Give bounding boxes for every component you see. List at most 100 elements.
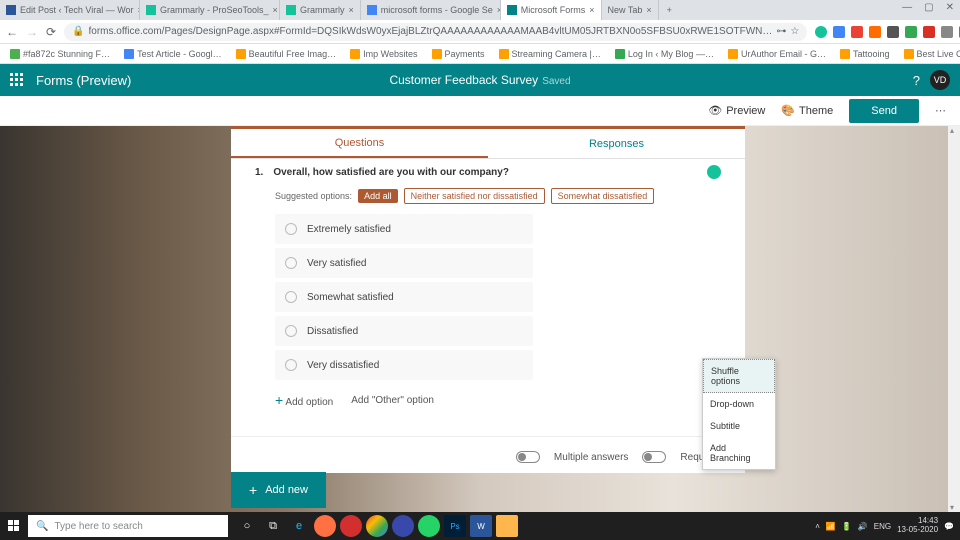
notifications-icon[interactable]: 💬	[944, 522, 954, 531]
menu-dropdown[interactable]: Drop-down	[703, 393, 775, 415]
ext-icon[interactable]	[851, 26, 863, 38]
volume-icon[interactable]: 🔊	[858, 522, 868, 531]
tab-grammarly1[interactable]: Grammarly - ProSeoTools_×	[140, 0, 280, 20]
bookmarks-bar: #fa872c Stunning F… Test Article - Googl…	[0, 44, 960, 64]
bookmark-item[interactable]: Log In ‹ My Blog —…	[611, 49, 718, 59]
bookmark-item[interactable]: Beautiful Free Imag…	[232, 49, 341, 59]
app-launcher-icon[interactable]	[10, 73, 24, 87]
cortana-icon[interactable]: ○	[236, 515, 258, 537]
whatsapp-icon[interactable]	[418, 515, 440, 537]
avatar[interactable]: VD	[930, 70, 950, 90]
new-tab-button[interactable]: +	[659, 5, 680, 15]
bookmark-item[interactable]: #fa872c Stunning F…	[6, 49, 114, 59]
ext-icon[interactable]	[941, 26, 953, 38]
address-bar: ← → ⟳ 🔒 forms.office.com/Pages/DesignPag…	[0, 20, 960, 44]
choice-option[interactable]: Very dissatisfied	[275, 350, 533, 380]
multiple-answers-toggle[interactable]	[516, 451, 540, 463]
chrome-icon[interactable]	[366, 515, 388, 537]
edge-icon[interactable]: e	[288, 515, 310, 537]
reload-icon[interactable]: ⟳	[46, 25, 56, 39]
search-icon: 🔍	[36, 521, 48, 532]
required-toggle[interactable]	[642, 451, 666, 463]
ext-icon[interactable]	[887, 26, 899, 38]
explorer-icon[interactable]	[496, 515, 518, 537]
star-icon[interactable]: ☆	[790, 26, 799, 37]
ext-icon[interactable]	[923, 26, 935, 38]
maximize-icon[interactable]: ▢	[924, 2, 933, 13]
send-button[interactable]: Send	[849, 99, 919, 123]
photoshop-icon[interactable]: Ps	[444, 515, 466, 537]
preview-button[interactable]: 👁Preview	[708, 104, 765, 117]
bookmark-item[interactable]: UrAuthor Email - G…	[724, 49, 830, 59]
browser-tabs: Edit Post ‹ Tech Viral — Wor× Grammarly …	[0, 0, 960, 20]
help-icon[interactable]: ?	[913, 73, 920, 88]
choice-option[interactable]: Extremely satisfied	[275, 214, 533, 244]
forward-icon[interactable]: →	[26, 25, 38, 39]
bookmark-item[interactable]: Payments	[428, 49, 489, 59]
question-block: 1. Overall, how satisfied are you with o…	[231, 159, 745, 424]
wifi-icon[interactable]: 📶	[826, 522, 836, 531]
tab-msforms[interactable]: Microsoft Forms×	[501, 0, 602, 20]
bookmark-item[interactable]: Streaming Camera |…	[495, 49, 605, 59]
bookmark-item[interactable]: Tattooing	[836, 49, 894, 59]
back-icon[interactable]: ←	[6, 25, 18, 39]
ext-grammarly-icon[interactable]	[815, 26, 827, 38]
firefox-icon[interactable]	[314, 515, 336, 537]
tab-grammarly2[interactable]: Grammarly×	[280, 0, 361, 20]
more-icon[interactable]: ⋯	[935, 104, 948, 117]
tray-chevron-icon[interactable]: ˄	[815, 522, 820, 531]
design-canvas: Questions Responses 1. Overall, how sati…	[0, 126, 960, 512]
grammarly-icon[interactable]	[707, 165, 721, 179]
lang-indicator[interactable]: ENG	[874, 522, 891, 531]
tab-google[interactable]: microsoft forms - Google Se×	[361, 0, 501, 20]
close-icon[interactable]: ×	[273, 5, 278, 15]
survey-title: Customer Feedback SurveySaved	[389, 73, 570, 87]
close-icon[interactable]: ×	[646, 5, 651, 15]
tab-newtab[interactable]: New Tab×	[602, 0, 659, 20]
tab-responses[interactable]: Responses	[488, 129, 745, 158]
minimize-icon[interactable]: —	[902, 2, 912, 13]
close-window-icon[interactable]: ✕	[946, 2, 954, 13]
bookmark-item[interactable]: Imp Websites	[346, 49, 421, 59]
add-option-button[interactable]: + Add option	[275, 392, 333, 408]
app-icon[interactable]	[392, 515, 414, 537]
add-all-button[interactable]: Add all	[358, 189, 398, 203]
tab-questions[interactable]: Questions	[231, 129, 488, 158]
url-input[interactable]: 🔒 forms.office.com/Pages/DesignPage.aspx…	[64, 23, 807, 41]
ext-icon[interactable]	[869, 26, 881, 38]
add-other-button[interactable]: Add "Other" option	[351, 395, 434, 406]
add-new-button[interactable]: + Add new	[231, 472, 326, 508]
close-icon[interactable]: ×	[349, 5, 354, 15]
eye-icon: 👁	[708, 104, 722, 117]
menu-subtitle[interactable]: Subtitle	[703, 415, 775, 437]
taskbar: 🔍Type here to search ○ ⧉ e Ps W ˄ 📶 🔋 🔊 …	[0, 512, 960, 540]
question-text[interactable]: Overall, how satisfied are you with our …	[273, 167, 509, 178]
start-button[interactable]	[0, 512, 28, 540]
choice-option[interactable]: Very satisfied	[275, 248, 533, 278]
choice-option[interactable]: Dissatisfied	[275, 316, 533, 346]
ext-icon[interactable]	[833, 26, 845, 38]
taskview-icon[interactable]: ⧉	[262, 515, 284, 537]
suggestion-pill[interactable]: Neither satisfied nor dissatisfied	[404, 188, 545, 204]
scrollbar[interactable]	[948, 126, 960, 512]
app-header: Forms (Preview) Customer Feedback Survey…	[0, 64, 960, 96]
key-icon[interactable]: ⊶	[776, 26, 786, 37]
ext-icon[interactable]	[905, 26, 917, 38]
menu-branching[interactable]: Add Branching	[703, 437, 775, 469]
close-icon[interactable]: ×	[589, 5, 594, 15]
bookmark-item[interactable]: Test Article - Googl…	[120, 49, 226, 59]
opera-icon[interactable]	[340, 515, 362, 537]
choice-option[interactable]: Somewhat satisfied	[275, 282, 533, 312]
theme-button[interactable]: 🎨Theme	[781, 104, 833, 117]
suggestion-pill[interactable]: Somewhat dissatisfied	[551, 188, 655, 204]
bookmark-item[interactable]: Best Live Chat	[900, 49, 960, 59]
menu-shuffle[interactable]: Shuffle options	[703, 359, 775, 393]
battery-icon[interactable]: 🔋	[842, 522, 852, 531]
tab-editpost[interactable]: Edit Post ‹ Tech Viral — Wor×	[0, 0, 140, 20]
word-icon[interactable]: W	[470, 515, 492, 537]
palette-icon: 🎨	[781, 104, 795, 117]
clock[interactable]: 14:43 13-05-2020	[897, 517, 938, 535]
command-bar: 👁Preview 🎨Theme Send ⋯	[0, 96, 960, 126]
radio-icon	[285, 325, 297, 337]
taskbar-search[interactable]: 🔍Type here to search	[28, 515, 228, 537]
